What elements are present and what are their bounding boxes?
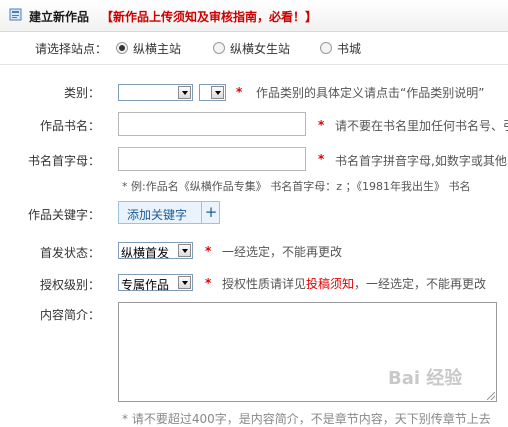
authorization-select[interactable]: 专属作品: [118, 274, 193, 292]
chevron-down-icon: [178, 276, 191, 289]
chevron-down-icon: [178, 244, 191, 257]
site-label: 请选择站点：: [35, 42, 108, 56]
chevron-down-icon: [178, 86, 191, 99]
first-release-select[interactable]: 纵横首发: [118, 242, 193, 260]
intro-hint: * 请不要超过400字，是内容简介，不是章节内容，天下别传章节上去: [122, 412, 491, 426]
required-star: *: [318, 152, 325, 166]
authorization-label: 授权级别：: [39, 278, 100, 292]
book-name-input[interactable]: [118, 112, 306, 136]
required-star: *: [318, 118, 325, 132]
submission-guide-link[interactable]: 投稿须知: [306, 277, 354, 291]
initials-input[interactable]: [118, 147, 306, 171]
keywords-label: 作品关键字：: [27, 208, 100, 222]
watermark: Bai 经验: [388, 368, 463, 389]
site-radio-bookstore[interactable]: [320, 42, 332, 54]
required-star: *: [236, 85, 243, 99]
book-name-hint: 请不要在书名里加任何书名号、引: [335, 119, 508, 133]
initials-example: * 例:作品名《纵横作品专集》 书名首字母：z ；《1981年我出生》 书名: [122, 180, 471, 193]
first-release-label: 首发状态：: [39, 246, 100, 260]
category-hint: 作品类别的具体定义请点击“作品类别说明”: [256, 86, 485, 100]
document-icon: [9, 8, 22, 21]
page-title: 建立新作品: [29, 10, 90, 24]
site-radio-female[interactable]: [213, 42, 225, 54]
resize-handle[interactable]: [487, 392, 495, 400]
intro-label: 内容简介：: [39, 308, 100, 322]
initials-hint: 书名首字拼音字母,如数字或其他: [335, 154, 507, 168]
page-header: 建立新作品 【新作品上传须知及审核指南，必看！】: [0, 0, 508, 32]
required-star: *: [205, 276, 212, 290]
book-name-label: 作品书名：: [39, 119, 100, 133]
site-option-bookstore[interactable]: 书城: [337, 40, 361, 57]
site-selection-row: 请选择站点： 纵横主站 纵横女生站 书城: [0, 32, 508, 65]
required-star: *: [205, 244, 212, 258]
site-option-female[interactable]: 纵横女生站: [230, 40, 290, 57]
add-keyword-button[interactable]: 添加关键字 +: [118, 201, 220, 224]
site-option-main[interactable]: 纵横主站: [133, 40, 181, 57]
category-label: 类别：: [63, 86, 100, 100]
authorization-hint: 授权性质请详见投稿须知，一经选定，不能再更改: [222, 277, 487, 291]
upload-guide-link[interactable]: 【新作品上传须知及审核指南，必看！】: [101, 8, 317, 25]
initials-label: 书名首字母：: [27, 154, 100, 168]
plus-icon[interactable]: +: [201, 202, 220, 223]
category-select-secondary[interactable]: [199, 84, 226, 101]
first-release-hint: 一经选定，不能再更改: [222, 245, 343, 259]
chevron-down-icon: [211, 86, 224, 99]
category-select-primary[interactable]: [118, 84, 193, 101]
site-radio-main[interactable]: [116, 42, 128, 54]
